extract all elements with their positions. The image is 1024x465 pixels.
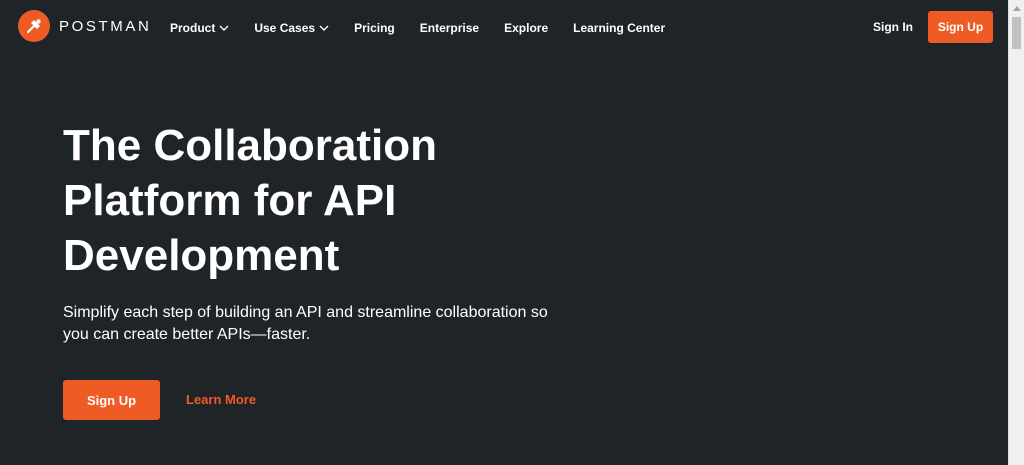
nav-item-label: Learning Center [573,21,666,35]
nav-item-label: Use Cases [254,21,316,35]
postman-rocket-icon [18,10,50,42]
hero-subtitle: Simplify each step of building an API an… [63,302,573,346]
sign-in-link[interactable]: Sign In [873,20,913,34]
nav-item-label: Pricing [354,21,395,35]
hero-title-line: Development [63,231,340,280]
hero-sign-up-button[interactable]: Sign Up [63,380,160,420]
hero-title-line: The Collaboration [63,121,437,170]
nav-item-enterprise[interactable]: Enterprise [420,21,479,35]
main-nav: Product Use Cases Pricing Enterprise Exp… [170,0,690,56]
chevron-down-icon [219,25,229,32]
chevron-down-icon [319,25,329,32]
hero-subtitle-line: you can create better APIs—faster. [63,326,311,343]
page: POSTMAN Product Use Cases Pricing Enterp… [0,0,1024,465]
header-sign-up-button[interactable]: Sign Up [928,11,993,43]
nav-item-product[interactable]: Product [170,21,229,35]
nav-item-pricing[interactable]: Pricing [354,21,395,35]
nav-item-label: Enterprise [419,21,480,35]
logo-wordmark: POSTMAN [59,17,152,35]
nav-item-explore[interactable]: Explore [504,21,548,35]
vertical-scrollbar[interactable] [1008,0,1024,465]
hero-title-line: Platform for API [63,176,397,225]
hero-title: The Collaboration Platform for API Devel… [63,118,483,283]
nav-item-learning-center[interactable]: Learning Center [573,21,665,35]
postman-logo[interactable]: POSTMAN [18,10,151,42]
nav-item-use-cases[interactable]: Use Cases [254,21,329,35]
top-navigation: POSTMAN Product Use Cases Pricing Enterp… [0,0,1008,56]
nav-item-label: Product [170,21,216,35]
scroll-up-arrow-icon[interactable] [1009,0,1024,16]
scrollbar-thumb[interactable] [1012,17,1021,49]
nav-item-label: Explore [504,21,549,35]
learn-more-link[interactable]: Learn More [186,392,256,407]
hero-subtitle-line: Simplify each step of building an API an… [63,304,548,321]
